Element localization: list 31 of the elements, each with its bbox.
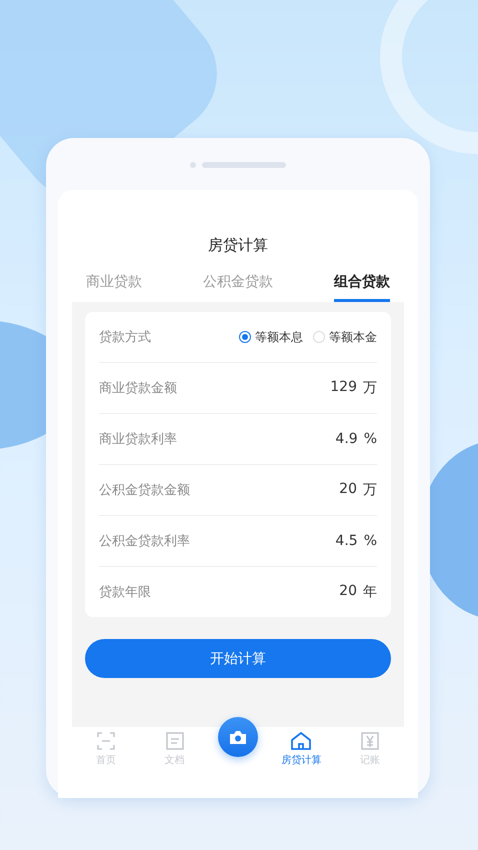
screen-title: 房贷计算 (208, 236, 268, 255)
field-value[interactable]: 4.9 (335, 431, 358, 447)
field-value[interactable]: 20 (339, 583, 357, 601)
camera-button[interactable] (218, 717, 258, 757)
unit-label: 万 (363, 481, 377, 499)
field-value[interactable]: 129 (330, 379, 357, 397)
calculate-button[interactable]: 开始计算 (85, 639, 391, 678)
field-label: 公积金贷款金额 (99, 482, 190, 499)
field-label: 贷款方式 (99, 329, 151, 346)
field-label: 贷款年限 (99, 584, 151, 601)
house-icon (290, 731, 312, 751)
unit-label: 万 (363, 379, 377, 397)
camera-dot (190, 162, 196, 168)
radio-option[interactable]: 等额本息 (239, 328, 303, 346)
scan-icon (96, 731, 116, 751)
field-value[interactable]: 20 (339, 481, 357, 499)
radio-option[interactable]: 等额本金 (313, 328, 377, 346)
nav-item[interactable]: 房贷计算 (276, 731, 326, 767)
yen-icon (360, 731, 380, 751)
field-label: 商业贷款金额 (99, 380, 177, 397)
camera-icon (228, 730, 247, 744)
option-label: 等额本息 (255, 328, 303, 346)
unit-label: 年 (363, 583, 377, 601)
radio-circle[interactable] (239, 331, 251, 343)
document-icon (164, 731, 185, 751)
field-label: 商业贷款利率 (99, 431, 177, 448)
field-value[interactable]: 4.5 (335, 533, 358, 549)
unit-label: % (364, 533, 377, 549)
unit-label: % (364, 431, 377, 447)
field-label: 公积金贷款利率 (99, 533, 190, 550)
option-label: 等额本金 (329, 328, 377, 346)
